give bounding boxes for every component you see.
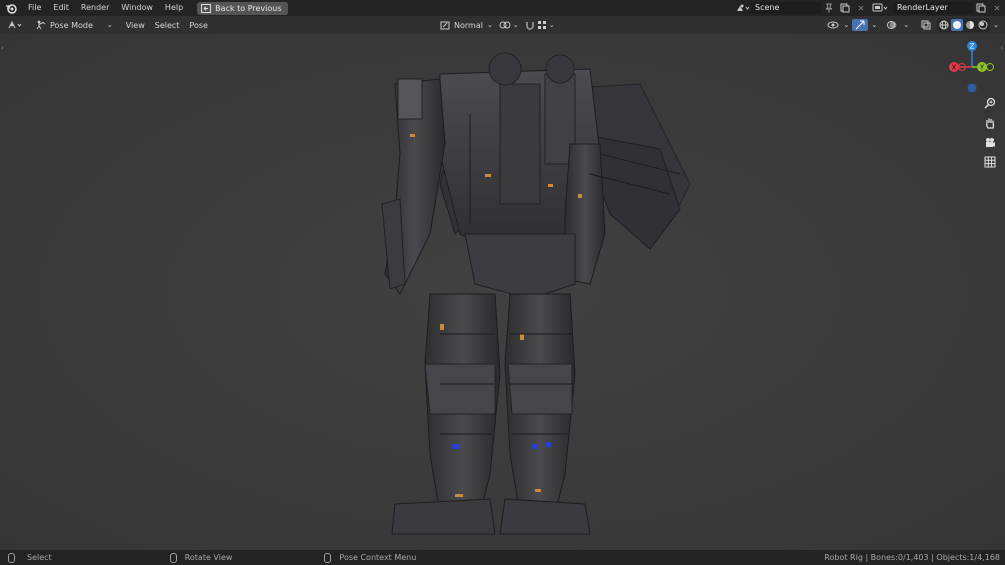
robot-model-render[interactable] <box>0 34 1005 550</box>
status-bar: Select Rotate View Pose Context Menu Rob… <box>0 550 1005 565</box>
chevron-down-icon: ⌄ <box>512 21 519 29</box>
mode-dropdown[interactable]: Pose Mode ⌄ <box>32 20 117 30</box>
menu-file[interactable]: File <box>22 0 47 16</box>
status-rotate-label: Rotate View <box>184 553 233 562</box>
blender-logo-icon[interactable] <box>0 0 22 16</box>
scene-name-field[interactable]: Scene <box>751 2 821 14</box>
menu-help[interactable]: Help <box>159 0 189 16</box>
editor-type-icon[interactable] <box>4 19 28 31</box>
menu-select[interactable]: Select <box>150 21 185 30</box>
chevron-down-icon: ⌄ <box>486 21 493 29</box>
back-button-label: Back to Previous <box>215 3 282 13</box>
status-select-label: Select <box>27 553 52 562</box>
scene-browse-icon[interactable] <box>735 2 751 14</box>
orientation-label: Normal <box>454 20 483 30</box>
zoom-icon[interactable] <box>981 94 999 112</box>
wireframe-shading-icon[interactable] <box>938 19 950 31</box>
gizmo-neg-y-axis[interactable] <box>986 63 994 71</box>
gizmo-neg-z-axis[interactable] <box>967 83 977 93</box>
chevron-down-icon[interactable]: ⌄ <box>871 21 877 29</box>
gizmo-x-label: X <box>952 64 957 72</box>
mouse-middle-icon <box>169 552 177 563</box>
delete-scene-icon[interactable]: ✕ <box>853 2 869 14</box>
solid-shading-icon[interactable] <box>951 19 964 31</box>
status-context: Pose Context Menu <box>324 552 417 563</box>
menu-edit[interactable]: Edit <box>47 0 75 16</box>
camera-view-icon[interactable] <box>981 134 999 152</box>
transform-orientation-dropdown[interactable]: Normal ⌄ <box>440 20 493 30</box>
scene-statistics: Robot Rig | Bones:0/1,403 | Objects:1/4,… <box>824 553 1000 562</box>
mouse-left-icon <box>8 552 15 563</box>
view-layer-browse-icon[interactable] <box>869 2 893 14</box>
menu-window[interactable]: Window <box>115 0 159 16</box>
new-scene-icon[interactable] <box>837 2 853 14</box>
menu-render[interactable]: Render <box>75 0 115 16</box>
chevron-down-icon[interactable]: ⌄ <box>844 21 850 29</box>
menu-pose[interactable]: Pose <box>184 21 213 30</box>
pivot-point-dropdown[interactable]: ⌄ <box>499 20 519 30</box>
status-select: Select <box>8 552 52 563</box>
status-context-label: Pose Context Menu <box>339 553 417 562</box>
render-layer-field[interactable]: RenderLayer <box>893 2 973 14</box>
back-to-previous-button[interactable]: Back to Previous <box>197 1 288 15</box>
gizmo-z-label: Z <box>970 43 975 51</box>
pivot-icon <box>499 21 511 29</box>
visibility-icon[interactable] <box>825 19 841 31</box>
chevron-down-icon: ⌄ <box>106 21 113 29</box>
viewport-header: Pose Mode ⌄ View Select Pose Normal ⌄ ⌄ … <box>0 16 1005 34</box>
new-view-layer-icon[interactable] <box>973 2 989 14</box>
rendered-shading-icon[interactable] <box>977 19 989 31</box>
xray-toggle-icon[interactable] <box>918 19 934 31</box>
magnet-icon <box>525 22 534 30</box>
navigation-gizmo[interactable]: Z Y X <box>942 38 1002 98</box>
pin-icon[interactable] <box>821 2 837 14</box>
mode-label: Pose Mode <box>50 20 93 30</box>
shading-mode-group <box>937 18 991 32</box>
delete-view-layer-icon[interactable]: ✕ <box>989 2 1005 14</box>
top-bar: File Edit Render Window Help Back to Pre… <box>0 0 1005 16</box>
material-shading-icon[interactable] <box>964 19 976 31</box>
orientation-icon <box>440 21 450 30</box>
snapping-group[interactable]: ⌄ <box>525 20 555 30</box>
overlays-icon[interactable] <box>884 19 900 31</box>
mouse-right-icon <box>324 552 332 563</box>
chevron-down-icon[interactable]: ⌄ <box>903 21 909 29</box>
snap-grid-icon <box>537 21 546 29</box>
status-rotate: Rotate View <box>169 552 233 563</box>
menu-view[interactable]: View <box>121 21 150 30</box>
3d-viewport[interactable]: › ‹ Z Y X <box>0 34 1005 550</box>
pose-mode-icon <box>36 20 46 30</box>
chevron-down-icon[interactable]: ⌄ <box>993 21 999 29</box>
gizmo-y-label: Y <box>979 64 985 72</box>
gizmo-toggle-icon[interactable] <box>852 19 869 31</box>
perspective-grid-icon[interactable] <box>981 153 999 171</box>
pan-hand-icon[interactable] <box>981 114 999 132</box>
chevron-down-icon: ⌄ <box>548 21 555 29</box>
back-icon <box>201 3 212 13</box>
